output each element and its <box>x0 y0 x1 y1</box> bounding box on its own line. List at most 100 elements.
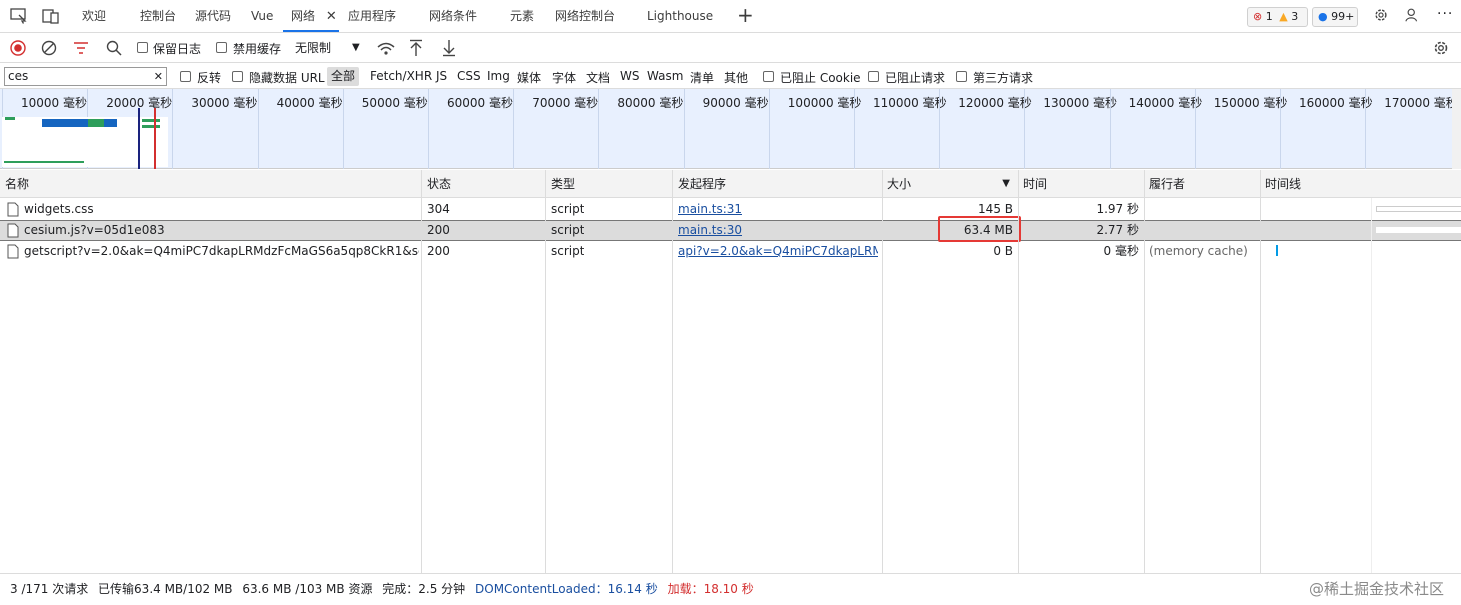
column-divider[interactable] <box>545 170 546 573</box>
customize-icon[interactable] <box>1404 7 1422 23</box>
overview-bar <box>4 161 84 163</box>
type-filter-img[interactable]: Img <box>487 69 510 83</box>
overview-bar <box>5 117 15 120</box>
error-icon: ⊗ <box>1253 10 1263 23</box>
tab-sources[interactable]: 源代码 <box>195 0 231 32</box>
filter-icon[interactable] <box>73 41 89 55</box>
type-filter-other[interactable]: 其他 <box>724 69 748 86</box>
resource-size: 63.6 MB /103 MB 资源 <box>242 582 373 596</box>
third-party-label: 第三方请求 <box>973 71 1034 85</box>
column-header-time[interactable]: 时间 <box>1018 170 1047 198</box>
table-header: 名称 状态 类型 发起程序 大小 ▼ 时间 履行者 时间线 <box>0 170 1461 198</box>
type-filter-fetch-xhr[interactable]: Fetch/XHR <box>370 69 432 83</box>
overview-scrollbar[interactable] <box>1452 89 1461 169</box>
tab-network-console[interactable]: 网络控制台 <box>555 0 615 32</box>
type-filter-manifest[interactable]: 清单 <box>690 69 714 86</box>
settings-gear-icon[interactable] <box>1372 7 1390 23</box>
type-filter-css[interactable]: CSS <box>457 69 481 83</box>
filter-input[interactable]: ces ✕ <box>4 67 167 86</box>
overview-column: 150000 毫秒 <box>1194 89 1287 169</box>
table-row[interactable]: getscript?v=2.0&ak=Q4miPC7dkapLRMdzFcMaG… <box>0 241 1461 262</box>
record-icon[interactable] <box>10 40 26 56</box>
network-conditions-wifi-icon[interactable] <box>377 41 395 55</box>
column-header-status[interactable]: 状态 <box>422 170 451 198</box>
column-divider[interactable] <box>882 170 883 573</box>
type-filter-doc[interactable]: 文档 <box>586 69 610 86</box>
hide-data-url-checkbox[interactable] <box>232 71 243 82</box>
column-divider[interactable] <box>1144 170 1145 573</box>
type-filter-wasm[interactable]: Wasm <box>647 69 683 83</box>
column-header-fulfilled-by[interactable]: 履行者 <box>1144 170 1185 198</box>
clear-icon[interactable] <box>41 40 57 56</box>
column-header-initiator[interactable]: 发起程序 <box>673 170 726 198</box>
request-name: widgets.css <box>24 202 94 216</box>
error-count: 1 <box>1265 10 1273 23</box>
overview-tick-label: 80000 毫秒 <box>617 96 684 110</box>
sort-descending-icon: ▼ <box>1002 178 1010 189</box>
add-tab-icon[interactable]: + <box>737 0 754 32</box>
type-filter-js[interactable]: JS <box>436 69 447 83</box>
message-icon: ● <box>1318 10 1328 23</box>
network-settings-gear-icon[interactable] <box>1432 39 1450 57</box>
overview-bar <box>142 119 160 122</box>
close-tab-icon[interactable]: ✕ <box>326 9 337 24</box>
tab-welcome[interactable]: 欢迎 <box>82 0 106 32</box>
tab-network[interactable]: 网络 ✕ <box>283 0 339 32</box>
tab-network-conditions[interactable]: 网络条件 <box>429 0 477 32</box>
more-options-icon[interactable]: ··· <box>1437 6 1453 22</box>
clear-filter-icon[interactable]: ✕ <box>154 68 163 85</box>
column-divider[interactable] <box>421 170 422 573</box>
messages-badge[interactable]: ● 99+ <box>1312 7 1358 27</box>
throttling-select[interactable]: 无限制 ▼ <box>290 37 368 59</box>
search-icon[interactable] <box>106 40 122 56</box>
type-filter-font[interactable]: 字体 <box>552 69 576 86</box>
request-initiator-link[interactable]: main.ts:30 <box>673 220 742 241</box>
request-time: 1.97 秒 <box>1096 202 1139 216</box>
column-header-name[interactable]: 名称 <box>0 170 29 198</box>
preserve-log-checkbox[interactable] <box>137 42 148 53</box>
column-divider[interactable] <box>1260 170 1261 573</box>
overview-column: 60000 毫秒 <box>428 89 513 169</box>
tab-lighthouse[interactable]: Lighthouse <box>647 0 713 32</box>
request-type: script <box>551 244 585 258</box>
type-filter-media[interactable]: 媒体 <box>517 69 541 86</box>
column-divider[interactable] <box>672 170 673 573</box>
blocked-cookie-checkbox[interactable] <box>763 71 774 82</box>
overview-column: 50000 毫秒 <box>342 89 428 169</box>
watermark: @稀土掘金技术社区 <box>1308 580 1444 598</box>
tab-elements[interactable]: 元素 <box>510 0 534 32</box>
tab-console[interactable]: 控制台 <box>140 0 176 32</box>
throttling-value: 无限制 <box>295 41 332 55</box>
disable-cache-checkbox[interactable] <box>216 42 227 53</box>
device-emulation-icon[interactable] <box>42 8 60 24</box>
type-filter-all[interactable]: 全部 <box>327 67 360 86</box>
request-initiator-link[interactable]: api?v=2.0&ak=Q4miPC7dkapLRMd... <box>673 241 878 262</box>
chevron-down-icon: ▼ <box>352 42 360 53</box>
blocked-requests-checkbox[interactable] <box>868 71 879 82</box>
blocked-requests-label: 已阻止请求 <box>885 71 946 85</box>
tab-vue[interactable]: Vue <box>251 0 273 32</box>
column-divider[interactable] <box>1018 170 1019 573</box>
table-row-selected[interactable]: cesium.js?v=05d1e083 200 script main.ts:… <box>0 220 1461 241</box>
overview-bar <box>142 125 160 128</box>
overview-column: 100000 毫秒 <box>768 89 861 169</box>
inspect-element-icon[interactable] <box>10 8 28 24</box>
import-har-icon[interactable] <box>409 39 423 57</box>
column-header-type[interactable]: 类型 <box>546 170 575 198</box>
overview-column: 110000 毫秒 <box>854 89 947 169</box>
table-row[interactable]: widgets.css 304 script main.ts:31 145 B … <box>0 199 1461 220</box>
tab-application[interactable]: 应用程序 <box>348 0 396 32</box>
invert-checkbox[interactable] <box>180 71 191 82</box>
overview-column: 40000 毫秒 <box>257 89 343 169</box>
export-har-icon[interactable] <box>442 39 456 57</box>
network-overview[interactable]: 10000 毫秒 20000 毫秒 30000 毫秒 40000 毫秒 50000 毫秒… <box>0 89 1458 169</box>
overview-tick-label: 50000 毫秒 <box>361 96 428 110</box>
column-header-waterfall[interactable]: 时间线 <box>1260 170 1301 198</box>
finish-time: 完成：2.5 分钟 <box>382 582 466 596</box>
issues-badge[interactable]: ⊗ 1 ▲ 3 <box>1247 7 1308 27</box>
column-header-size[interactable]: 大小 ▼ <box>882 170 1018 198</box>
request-fulfilled-by: (memory cache) <box>1149 244 1248 258</box>
third-party-checkbox[interactable] <box>956 71 967 82</box>
request-initiator-link[interactable]: main.ts:31 <box>673 199 742 220</box>
type-filter-ws[interactable]: WS <box>620 69 639 83</box>
